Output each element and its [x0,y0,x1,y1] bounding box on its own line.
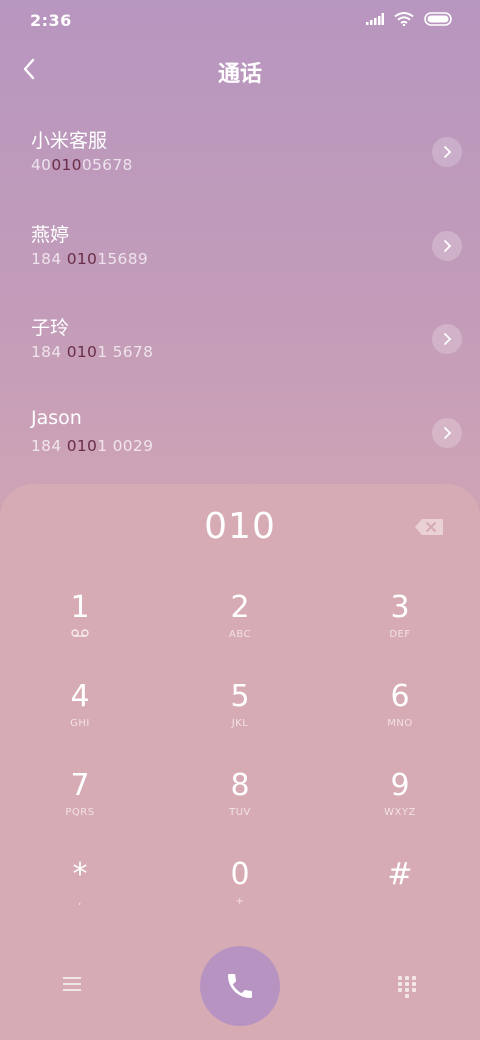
status-icons [366,12,454,26]
number-prefix: 40 [31,156,52,174]
number-suffix: 1 0029 [97,436,154,455]
key-0[interactable]: 0 + [180,857,300,937]
key-5[interactable]: 5 JKL [180,679,300,759]
dialpad-icon [398,976,416,998]
chevron-right-icon [443,146,451,158]
phone-icon [228,974,252,998]
key-digit: 1 [70,590,90,625]
key-3[interactable]: 3 DEF [340,590,460,670]
contact-row[interactable]: 燕婷 184 01015689 [0,204,480,298]
chevron-right-icon [443,333,451,345]
contact-detail-button[interactable] [432,230,462,261]
battery-icon [424,12,452,26]
number-match: 010 [66,343,98,361]
key-6[interactable]: 6 MNO [340,679,460,759]
key-digit: 0 [230,857,250,892]
menu-icon [63,977,81,991]
key-sub [20,628,140,643]
status-time: 2:36 [30,11,72,30]
contact-list: 小米客服 4001005678 燕婷 184 01015689 子玲 184 0… [0,110,480,484]
key-sub: ABC [228,629,251,640]
key-sub: PQRS [65,807,95,818]
key-sub: GHI [70,718,90,729]
contact-number: 4001005678 [31,156,133,174]
contact-detail-button[interactable] [432,417,462,448]
call-button[interactable] [200,946,280,1026]
number-prefix: 184 [31,249,67,268]
contact-row[interactable]: 子玲 184 0101 5678 [0,297,480,391]
key-7[interactable]: 7 PQRS [20,768,140,848]
key-digit: 3 [390,590,410,625]
contact-detail-button[interactable] [432,137,462,167]
number-match: 010 [66,249,98,268]
contact-row[interactable]: 小米客服 4001005678 [0,110,480,204]
number-suffix: 05678 [81,156,133,174]
chevron-right-icon [443,426,451,439]
key-sub: , [78,896,82,907]
dialpad-toggle-button[interactable] [396,974,418,1000]
contact-name: 子玲 [31,317,70,339]
key-sub: + [235,896,245,907]
voicemail-icon [71,629,89,637]
wifi-icon [394,12,414,26]
page-title: 通话 [217,62,262,87]
key-9[interactable]: 9 WXYZ [340,768,460,848]
backspace-button[interactable] [414,518,444,536]
contact-number: 184 0101 0029 [31,437,153,455]
number-match: 010 [51,156,82,174]
key-digit: 9 [390,768,410,803]
number-prefix: 184 [31,436,67,455]
header: 通话 [0,46,480,96]
key-digit: 6 [390,679,410,714]
key-sub: WXYZ [384,807,416,818]
key-sub: MNO [387,718,413,729]
number-suffix: 1 5678 [97,343,154,361]
key-star[interactable]: * , [20,857,140,937]
contact-name: Jason [31,406,82,429]
number-match: 010 [66,436,98,455]
number-prefix: 184 [31,343,67,361]
contact-name: 小米客服 [31,130,108,152]
status-bar: 2:36 [0,0,480,42]
key-digit: # [387,857,413,892]
dialed-number[interactable]: 010 [0,506,480,547]
number-suffix: 15689 [97,249,149,268]
contact-row[interactable]: Jason 184 0101 0029 [0,391,480,485]
key-digit: 4 [70,679,90,714]
phone-screen: 2:36 通话 小米客服 4001005678 燕婷 184 01015689 … [0,0,480,1040]
key-digit: 2 [230,590,250,625]
backspace-icon [415,519,443,535]
key-digit: 7 [70,768,90,803]
key-digit: * [72,857,88,892]
chevron-right-icon [443,239,451,252]
contact-number: 184 0101 5678 [31,343,153,361]
contact-number: 184 01015689 [31,250,148,268]
key-sub: JKL [231,718,249,729]
key-sub: DEF [389,629,411,640]
key-8[interactable]: 8 TUV [180,768,300,848]
key-1[interactable]: 1 [20,590,140,670]
contact-name: 燕婷 [31,223,70,246]
key-4[interactable]: 4 GHI [20,679,140,759]
contact-detail-button[interactable] [432,324,462,354]
bottom-bar [0,946,480,1040]
signal-icon [366,13,384,25]
menu-button[interactable] [60,974,86,998]
key-2[interactable]: 2 ABC [180,590,300,670]
key-digit: 5 [230,679,250,714]
key-hash[interactable]: # [340,857,460,937]
key-sub: TUV [229,807,251,818]
key-digit: 8 [230,768,250,803]
